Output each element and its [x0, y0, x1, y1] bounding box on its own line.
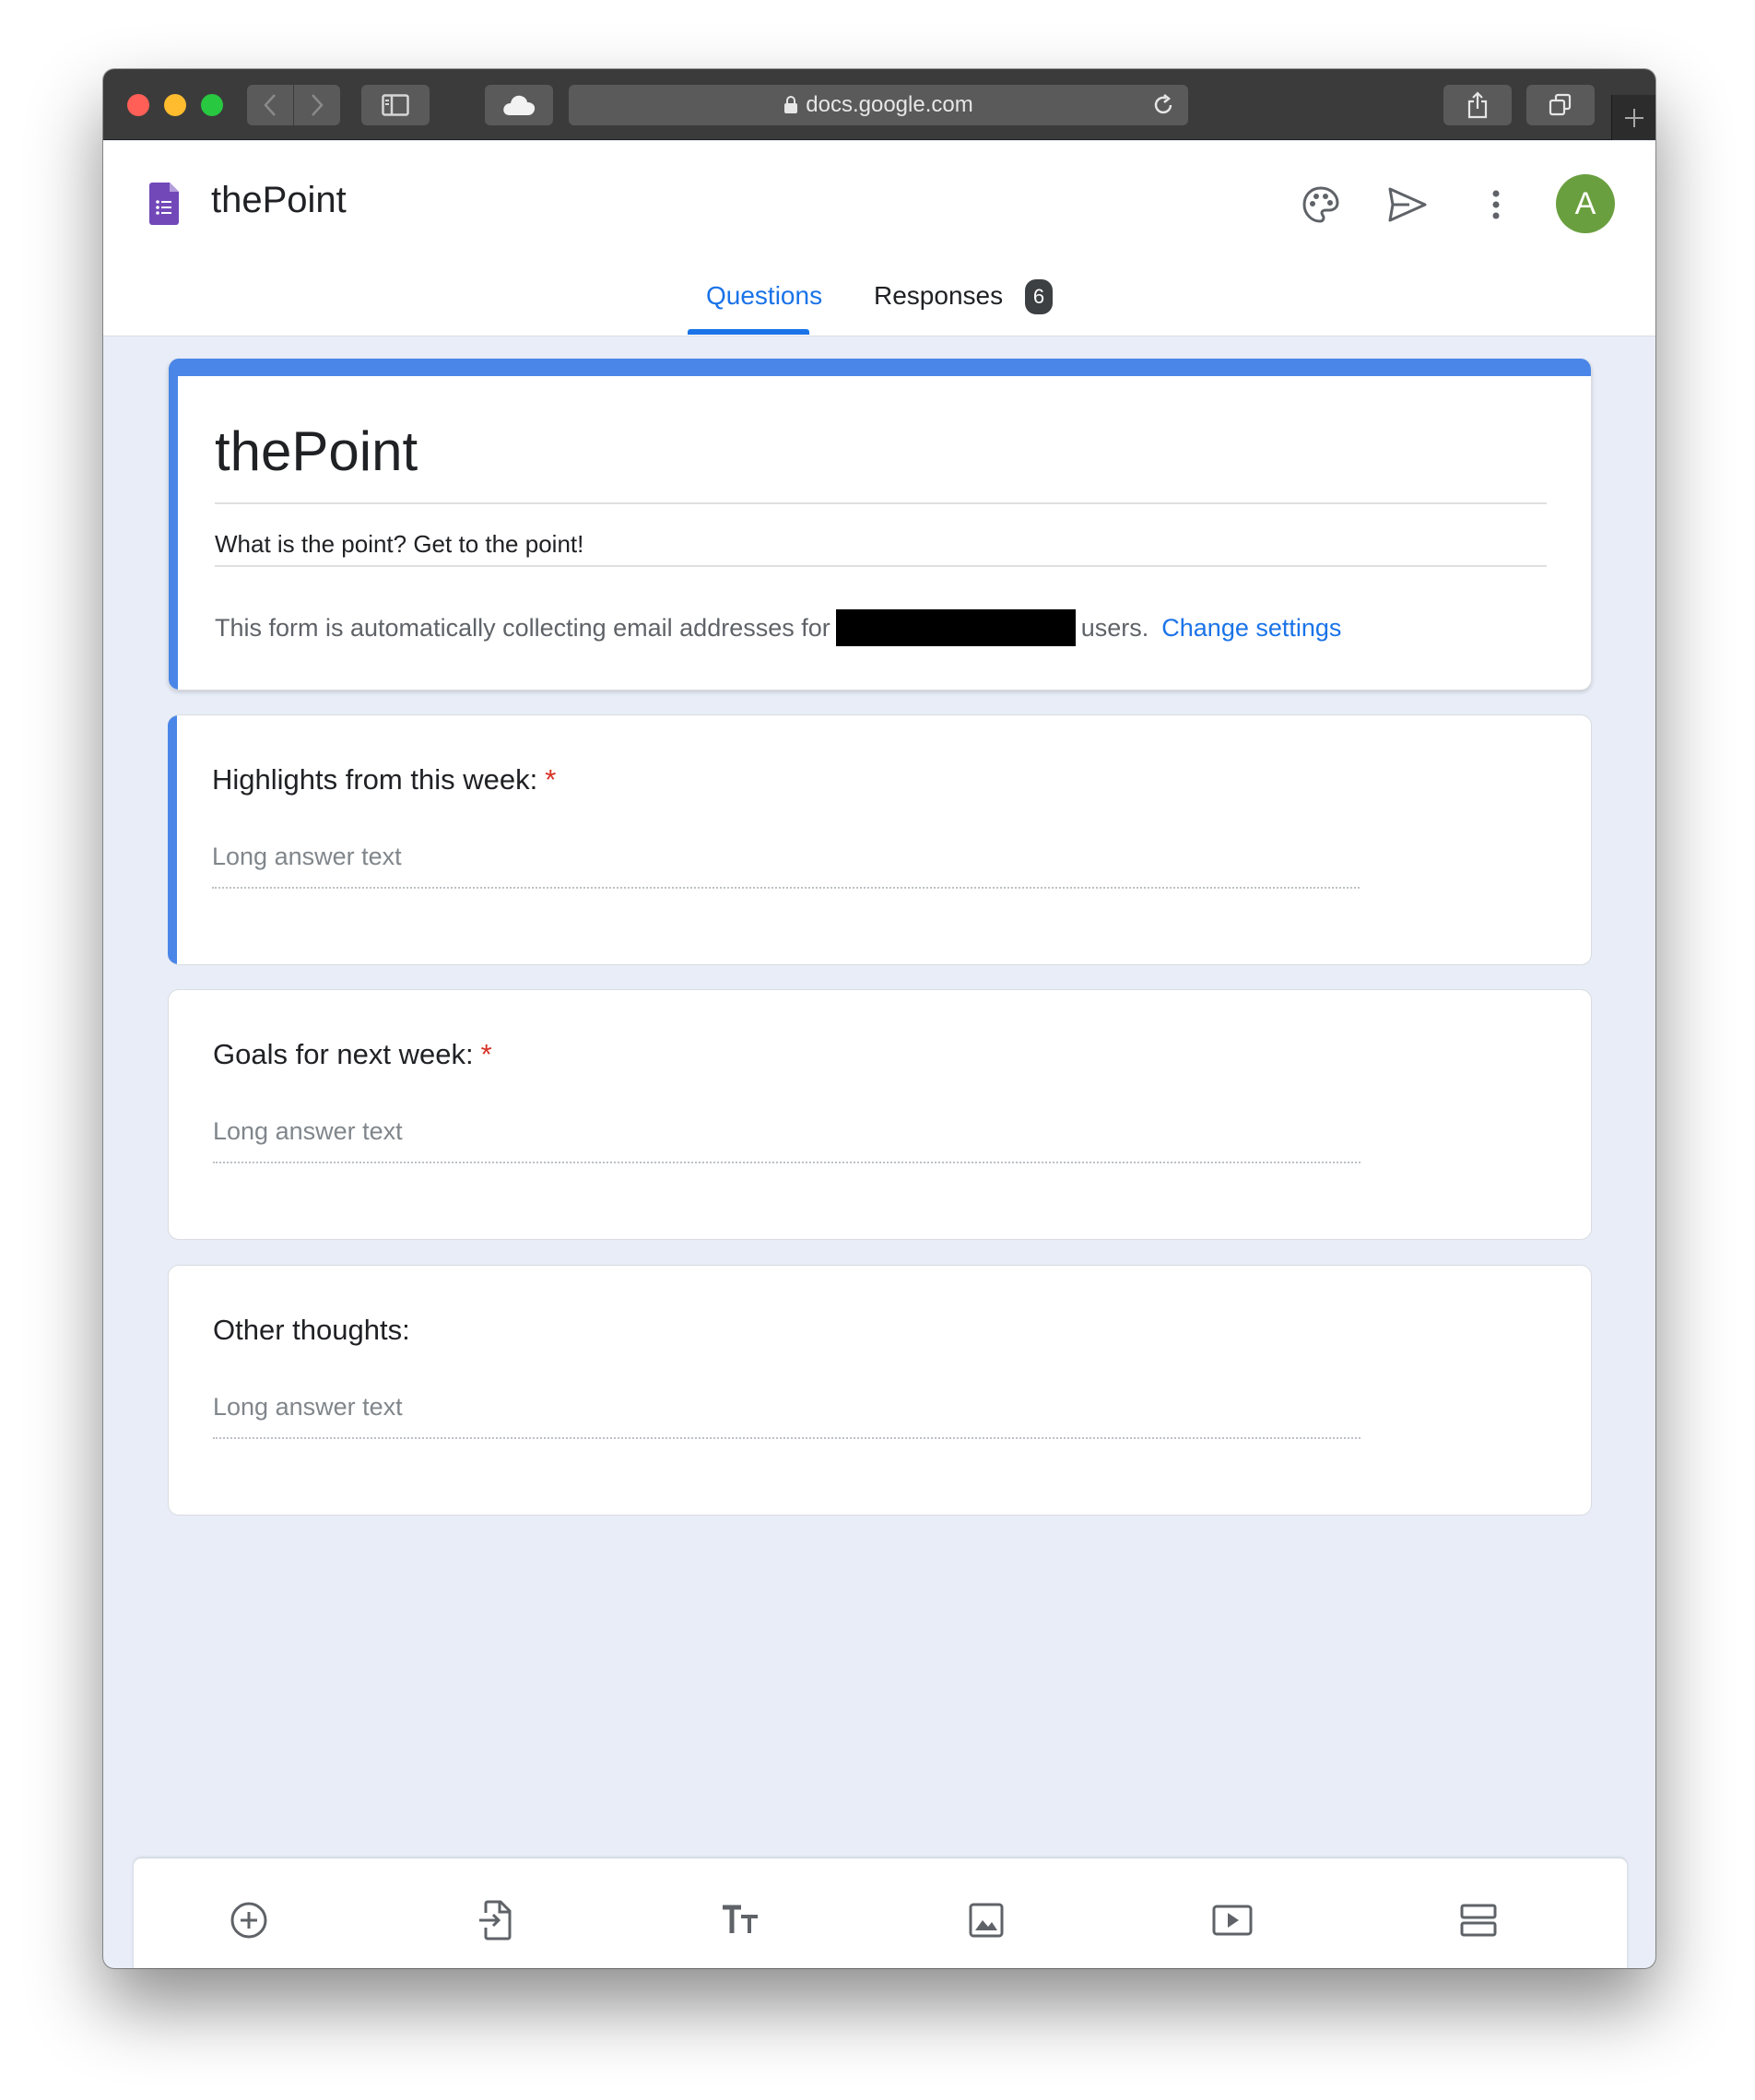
- long-answer-placeholder: Long answer text: [212, 843, 402, 870]
- import-questions-button[interactable]: [472, 1897, 518, 1943]
- forward-button[interactable]: [294, 85, 340, 125]
- add-title-icon: [723, 1905, 758, 1933]
- question-title-text: Highlights from this week:: [212, 763, 538, 796]
- required-asterisk: *: [480, 1038, 492, 1070]
- add-section-button[interactable]: [1455, 1897, 1502, 1943]
- title-divider: [215, 502, 1547, 504]
- add-section-icon: [1460, 1904, 1497, 1937]
- add-image-icon: [969, 1903, 1004, 1938]
- redacted-domain: [835, 609, 1076, 646]
- required-asterisk: *: [545, 763, 557, 796]
- add-question-button[interactable]: [226, 1897, 272, 1943]
- form-title[interactable]: thePoint: [215, 419, 418, 483]
- plus-icon: [1624, 108, 1643, 127]
- show-tabs-button[interactable]: [1526, 85, 1595, 125]
- zoom-window-button[interactable]: [201, 94, 223, 116]
- customize-theme-button[interactable]: [1298, 182, 1344, 228]
- send-icon: [1388, 187, 1427, 222]
- close-window-button[interactable]: [127, 94, 149, 116]
- selected-card-indicator: [169, 359, 178, 690]
- forms-header: thePoint A Questions Responses 6: [103, 141, 1655, 336]
- form-title-card[interactable]: thePoint What is the point? Get to the p…: [168, 359, 1592, 690]
- more-options-button[interactable]: [1473, 182, 1519, 228]
- responses-count-badge: 6: [1025, 279, 1053, 314]
- question-title-text: Goals for next week:: [213, 1038, 474, 1070]
- sidebar-icon: [382, 94, 409, 116]
- question-title[interactable]: Other thoughts:: [213, 1314, 410, 1347]
- tab-responses[interactable]: Responses: [874, 281, 1003, 311]
- add-video-button[interactable]: [1209, 1897, 1255, 1943]
- chevron-right-icon: [312, 94, 324, 116]
- question-title-text: Other thoughts:: [213, 1314, 410, 1346]
- email-collection-notice: This form is automatically collecting em…: [215, 609, 1341, 646]
- question-card[interactable]: Highlights from this week: * Long answer …: [168, 714, 1592, 965]
- answer-underline: [213, 1162, 1360, 1163]
- theme-color-bar: [169, 359, 1591, 376]
- question-card[interactable]: Goals for next week: * Long answer text: [168, 989, 1592, 1240]
- address-bar[interactable]: docs.google.com: [569, 85, 1188, 125]
- question-card[interactable]: Other thoughts: Long answer text: [168, 1265, 1592, 1516]
- document-title[interactable]: thePoint: [211, 180, 347, 221]
- send-button[interactable]: [1384, 182, 1431, 228]
- add-question-icon: [230, 1902, 267, 1939]
- change-settings-link[interactable]: Change settings: [1161, 614, 1341, 643]
- question-title[interactable]: Goals for next week: *: [213, 1038, 492, 1071]
- browser-toolbar: docs.google.com: [103, 69, 1655, 140]
- icloud-tabs-button[interactable]: [485, 85, 553, 125]
- email-note-prefix: This form is automatically collecting em…: [215, 613, 830, 642]
- long-answer-placeholder: Long answer text: [213, 1393, 403, 1421]
- long-answer-placeholder: Long answer text: [213, 1117, 403, 1145]
- tabs-overview-icon: [1549, 93, 1572, 116]
- new-tab-button[interactable]: [1611, 95, 1655, 140]
- answer-underline: [213, 1437, 1360, 1439]
- description-divider: [215, 565, 1547, 567]
- back-button[interactable]: [247, 85, 293, 125]
- forms-logo-icon[interactable]: [149, 183, 179, 230]
- selected-card-indicator: [168, 715, 177, 964]
- question-toolbar: [134, 1858, 1627, 1968]
- palette-icon: [1302, 186, 1339, 223]
- form-description[interactable]: What is the point? Get to the point!: [215, 530, 583, 559]
- browser-window: docs.google.com thePoint A Questions Res…: [103, 69, 1655, 1968]
- share-button[interactable]: [1443, 85, 1512, 125]
- add-image-button[interactable]: [963, 1897, 1009, 1943]
- chevron-left-icon: [264, 94, 276, 116]
- answer-underline: [212, 887, 1360, 889]
- more-vert-icon: [1492, 190, 1500, 219]
- tab-questions[interactable]: Questions: [706, 281, 822, 311]
- reload-icon[interactable]: [1151, 93, 1175, 117]
- add-title-button[interactable]: [718, 1897, 764, 1943]
- question-title[interactable]: Highlights from this week: *: [212, 763, 556, 796]
- add-video-icon: [1212, 1905, 1253, 1936]
- sidebar-toggle-button[interactable]: [361, 85, 430, 125]
- import-questions-icon: [479, 1900, 512, 1941]
- cloud-icon: [503, 95, 536, 115]
- url-text: docs.google.com: [806, 92, 973, 117]
- account-avatar[interactable]: A: [1556, 174, 1615, 233]
- active-tab-indicator: [688, 329, 809, 335]
- minimize-window-button[interactable]: [164, 94, 186, 116]
- email-note-suffix: users.: [1080, 613, 1149, 642]
- lock-icon: [784, 96, 798, 113]
- share-icon: [1467, 91, 1488, 119]
